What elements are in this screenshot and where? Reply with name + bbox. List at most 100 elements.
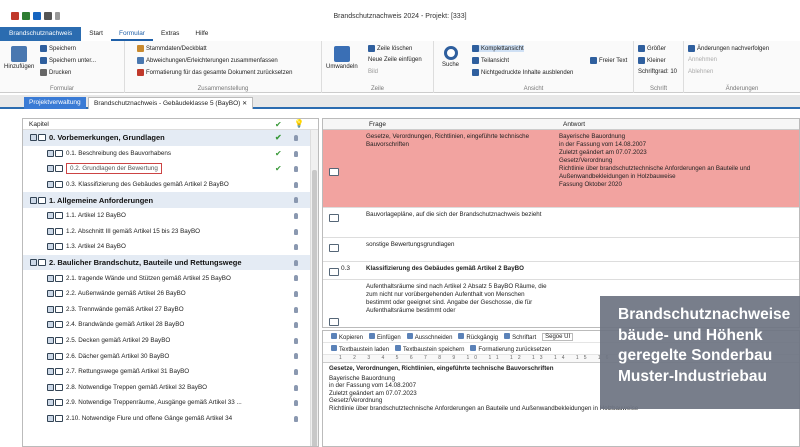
kleiner-button[interactable]: Kleiner (638, 57, 666, 64)
hint-icon[interactable] (294, 290, 298, 297)
undo-button[interactable]: Rückgängig (458, 332, 498, 341)
grid-row[interactable]: sonstige Bewertungsgrundlagen (323, 238, 799, 262)
ablehnen-button[interactable]: Ablehnen (688, 69, 713, 75)
frage-cell[interactable]: Bauvorlagepläne, auf die sich der Brands… (366, 211, 551, 219)
hint-icon[interactable] (294, 259, 298, 266)
hint-icon[interactable] (294, 322, 298, 329)
bild-button[interactable]: Bild (368, 69, 378, 75)
tree-item[interactable]: 2.3. Trennwände gemäß Artikel 27 BayBO (23, 302, 318, 318)
tree-item[interactable]: 2.10. Notwendige Flure und offene Gänge … (23, 411, 318, 427)
hint-icon[interactable] (294, 197, 298, 204)
hint-icon[interactable] (294, 150, 298, 157)
hint-icon[interactable] (294, 368, 298, 375)
hint-icon[interactable] (294, 135, 298, 141)
checkbox-icon[interactable] (47, 399, 54, 407)
frage-cell[interactable]: Gesetze, Verordnungen, Richtlinien, eing… (366, 133, 551, 149)
expand-icon[interactable] (30, 134, 37, 142)
frage-cell[interactable]: Klassifizierung des Gebäudes gemäß Artik… (366, 265, 551, 273)
checkbox-icon[interactable] (47, 305, 54, 313)
row-type-icon[interactable] (329, 318, 339, 326)
hint-icon[interactable] (294, 353, 298, 360)
frage-cell[interactable]: sonstige Bewertungsgrundlagen (366, 241, 551, 249)
checkbox-icon[interactable] (47, 243, 54, 251)
hint-icon[interactable] (294, 400, 298, 407)
umwandeln-button[interactable]: Umwandeln (326, 46, 358, 70)
grid-row[interactable]: Bauvorlagepläne, auf die sich der Brands… (323, 208, 799, 238)
tab-hilfe[interactable]: Hilfe (187, 27, 216, 41)
row-type-icon[interactable] (329, 244, 339, 252)
reset-format-button[interactable]: Formatierung zurücksetzen (470, 344, 551, 353)
hint-icon[interactable] (294, 166, 298, 173)
grid-row[interactable]: Gesetze, Verordnungen, Richtlinien, eing… (323, 130, 799, 208)
speichern-unter-button[interactable]: Speichern unter... (40, 57, 96, 64)
checkbox-icon[interactable] (47, 352, 54, 360)
abweichungen-button[interactable]: Abweichungen/Erleichterungen zusammenfas… (137, 57, 278, 64)
tree-item[interactable]: 2.9. Notwendige Treppenräume, Ausgänge g… (23, 395, 318, 411)
frage-cell[interactable]: Aufenthaltsräume sind nach Artikel 2 Abs… (366, 283, 551, 315)
font-select[interactable]: Segoe UI (542, 332, 574, 341)
save-snippet-button[interactable]: Textbaustein speichern (395, 344, 464, 353)
hint-icon[interactable] (294, 212, 298, 219)
scrollbar-thumb[interactable] (312, 170, 317, 446)
formatierung-reset-button[interactable]: Formatierung für das gesamte Dokument zu… (137, 69, 292, 76)
tab-projektverwaltung[interactable]: Projektverwaltung (24, 97, 86, 109)
komplettansicht-button[interactable]: Komplettansicht (472, 45, 524, 52)
checkbox-icon[interactable] (47, 274, 54, 282)
tree-chapter-heading[interactable]: 1. Allgemeine Anforderungen (23, 192, 318, 208)
hint-icon[interactable] (294, 384, 298, 391)
hint-icon[interactable] (294, 228, 298, 235)
suche-button[interactable]: Suche (442, 46, 459, 68)
hint-icon[interactable] (294, 275, 298, 282)
tab-extras[interactable]: Extras (153, 27, 187, 41)
checkbox-icon[interactable] (47, 212, 54, 220)
tree-item[interactable]: 1.1. Artikel 12 BayBO (23, 208, 318, 224)
checkbox-icon[interactable] (47, 290, 54, 298)
checkbox-icon[interactable] (47, 414, 54, 422)
checkbox-icon[interactable] (47, 368, 54, 376)
tree-item[interactable]: 1.2. Abschnitt III gemäß Artikel 15 bis … (23, 224, 318, 240)
row-type-icon[interactable] (329, 214, 339, 222)
row-type-icon[interactable] (329, 168, 339, 176)
close-icon[interactable]: ✕ (242, 101, 247, 107)
hint-icon[interactable] (294, 337, 298, 344)
tree-chapter-heading[interactable]: 2. Baulicher Brandschutz, Bauteile und R… (23, 254, 318, 271)
checkbox-icon[interactable] (47, 227, 54, 235)
tree-item[interactable]: 0.1. Beschreibung des Bauvorhabens ✔ (23, 146, 318, 162)
hint-icon[interactable] (294, 306, 298, 313)
grid-row[interactable]: 0.3 Klassifizierung des Gebäudes gemäß Ar… (323, 262, 799, 280)
checkbox-icon[interactable] (47, 149, 54, 157)
hint-icon[interactable] (294, 415, 298, 422)
tree-item[interactable]: 1.3. Artikel 24 BayBO (23, 239, 318, 255)
expand-icon[interactable] (30, 259, 37, 267)
zeile-loeschen-button[interactable]: Zeile löschen (368, 45, 412, 52)
checkbox-icon[interactable] (47, 383, 54, 391)
copy-button[interactable]: Kopieren (331, 332, 363, 341)
hinzufuegen-button[interactable]: Hinzufügen (4, 46, 34, 70)
checkbox-icon[interactable] (47, 165, 54, 173)
freier-text-button[interactable]: Freier Text (590, 57, 627, 64)
file-tab[interactable]: Brandschutznachweis (0, 27, 82, 41)
drucken-button[interactable]: Drucken (40, 69, 71, 76)
tree-item[interactable]: 2.4. Brandwände gemäß Artikel 28 BayBO (23, 317, 318, 333)
tree-item[interactable]: 0.3. Klassifizierung des Gebäudes gemäß … (23, 177, 318, 193)
annehmen-button[interactable]: Annehmen (688, 57, 717, 63)
tab-brandschutznachweis[interactable]: Brandschutznachweis - Gebäudeklasse 5 (B… (88, 97, 254, 109)
tree-scrollbar[interactable] (310, 130, 318, 446)
nachverfolgen-button[interactable]: Änderungen nachverfolgen (688, 45, 769, 52)
schriftgrad-field[interactable]: Schriftgrad: 10 (638, 69, 677, 75)
checkbox-icon[interactable] (47, 181, 54, 189)
tree-item[interactable]: 0.2. Grundlagen der Bewertung ✔ (23, 161, 318, 177)
tab-formular[interactable]: Formular (110, 27, 153, 41)
stammdaten-button[interactable]: Stammdaten/Deckblatt (137, 45, 207, 52)
expand-icon[interactable] (30, 196, 37, 204)
font-button[interactable]: Schriftart (504, 332, 536, 341)
groesser-button[interactable]: Größer (638, 45, 666, 52)
speichern-button[interactable]: Speichern (40, 45, 76, 52)
tree-item[interactable]: 2.6. Dächer gemäß Artikel 30 BayBO (23, 348, 318, 364)
tree-item[interactable]: 2.2. Außenwände gemäß Artikel 26 BayBO (23, 286, 318, 302)
nichtgedruckte-button[interactable]: Nichtgedruckte Inhalte ausblenden (472, 69, 573, 76)
tree-item[interactable]: 2.1. tragende Wände und Stützen gemäß Ar… (23, 270, 318, 286)
hint-icon[interactable] (294, 181, 298, 188)
neue-zeile-button[interactable]: Neue Zeile einfügen (368, 57, 422, 63)
tree-item[interactable]: 2.5. Decken gemäß Artikel 29 BayBO (23, 333, 318, 349)
